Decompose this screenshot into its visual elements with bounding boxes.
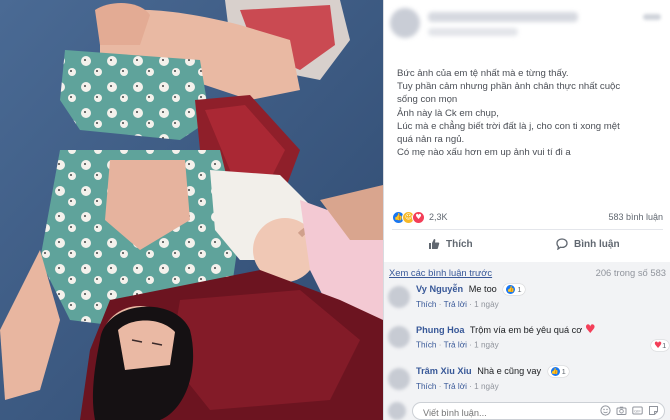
heart-icon: ♥	[584, 322, 596, 336]
commenter-avatar[interactable]	[388, 286, 410, 308]
comment-author[interactable]: Trâm Xiu Xiu	[416, 366, 472, 376]
comment-reply-link[interactable]: Trả lời	[444, 341, 467, 350]
gif-icon[interactable]: GIF	[632, 405, 643, 416]
comment-text: Trộm vía em bé yêu quá cơ	[469, 325, 583, 335]
comment-line: Phung Hoa Trộm vía em bé yêu quá cơ ♥	[416, 322, 669, 336]
comment-text: Me too	[468, 284, 497, 294]
comment-reaction-count: 1	[561, 367, 566, 377]
comment-body: Trâm Xiu Xiu Nhà e cũng vay 👍 1 Thích · …	[416, 366, 569, 391]
like-button[interactable]: Thích	[428, 235, 473, 253]
comment-icon	[556, 238, 568, 250]
commenter-avatar[interactable]	[388, 326, 410, 348]
comment-reaction-count: 1	[662, 341, 667, 350]
reaction-summary[interactable]: 👍 ☺ ♥ 2,3K	[392, 209, 448, 225]
camera-icon[interactable]	[616, 405, 627, 416]
previous-comments-count: 206 trong số 583	[595, 267, 666, 278]
love-icon: ♥	[654, 340, 663, 351]
comments-section: Xem các bình luận trước 206 trong số 583…	[384, 262, 670, 420]
thumbs-up-icon	[429, 239, 440, 249]
comment-reaction-badge[interactable]: 👍 1	[547, 366, 569, 378]
svg-text:GIF: GIF	[634, 408, 641, 413]
post-text-line: Có mẹ nào xấu hơn em up ảnh vui tí đi a	[397, 147, 571, 159]
post-text-line: Ảnh này là Ck em chụp,	[397, 107, 499, 119]
comment-like-link[interactable]: Thích	[416, 382, 436, 391]
like-label: Thích	[446, 238, 473, 250]
more-options-icon[interactable]	[643, 14, 661, 20]
view-previous-comments-link[interactable]: Xem các bình luận trước	[389, 267, 492, 278]
sticker-icon[interactable]	[648, 405, 659, 416]
screenshot-frame: Bức ảnh của em tệ nhất mà e từng thấy. T…	[0, 0, 670, 420]
comment-meta: Thích · Trả lời · 1 ngày ♥ 1	[416, 340, 670, 351]
comment-reply-link[interactable]: Trả lời	[444, 382, 467, 391]
comment-count[interactable]: 583 bình luận	[608, 212, 663, 222]
post-time-blurred	[428, 28, 518, 36]
photo-illustration	[0, 0, 383, 420]
comment-input-icons: GIF	[600, 405, 659, 416]
post-photo[interactable]	[0, 0, 383, 420]
post-text: Bức ảnh của em tệ nhất mà e từng thấy. T…	[397, 67, 667, 159]
write-comment-box: GIF	[388, 402, 667, 420]
comment-line: Vy Nguyễn Me too 👍 1	[416, 284, 525, 296]
divider	[392, 229, 663, 230]
post-text-line: Lúc mà e chẳng biết trời đất là j, cho c…	[397, 120, 620, 132]
current-user-avatar	[388, 402, 406, 420]
post-text-line: sống con mọn	[397, 94, 458, 106]
comment-time[interactable]: 1 ngày	[474, 341, 499, 350]
comment-reply-link[interactable]: Trả lời	[444, 300, 467, 309]
comment-line: Trâm Xiu Xiu Nhà e cũng vay 👍 1	[416, 366, 569, 378]
post-header	[384, 0, 670, 58]
like-icon: 👍	[506, 285, 516, 295]
comment-like-link[interactable]: Thích	[416, 341, 436, 350]
post-text-line: Tuy phần cảm nhưng phần ảnh chân thực nh…	[397, 81, 621, 93]
commenter-avatar[interactable]	[388, 368, 410, 390]
comment-reaction-count: 1	[517, 285, 522, 295]
comment-like-link[interactable]: Thích	[416, 300, 436, 309]
comment-time[interactable]: 1 ngày	[474, 300, 499, 309]
comment-author[interactable]: Vy Nguyễn	[416, 284, 463, 294]
poster-avatar[interactable]	[390, 8, 420, 38]
post-text-line: quá nản ra ngủ.	[397, 134, 465, 146]
reaction-count: 2,3K	[429, 212, 448, 222]
comment-reaction-badge[interactable]: ♥ 1	[651, 340, 670, 351]
comment-time[interactable]: 1 ngày	[474, 382, 499, 391]
comment-meta: Thích · Trả lời · 1 ngày	[416, 300, 499, 310]
comment-button[interactable]: Bình luận	[556, 235, 620, 253]
comment-author[interactable]: Phung Hoa	[416, 325, 465, 335]
comment-reaction-badge[interactable]: 👍 1	[503, 284, 525, 296]
post-text-line: Bức ảnh của em tệ nhất mà e từng thấy.	[397, 68, 569, 79]
like-icon: 👍	[550, 367, 560, 377]
comment-label: Bình luận	[574, 238, 620, 250]
comment-body: Phung Hoa Trộm vía em bé yêu quá cơ ♥ Th…	[416, 322, 670, 351]
comment-text: Nhà e cũng vay	[477, 366, 542, 376]
emoji-icon[interactable]	[600, 405, 611, 416]
comment-body: Vy Nguyễn Me too 👍 1 Thích · Trả lời · 1…	[416, 284, 525, 309]
comment-meta: Thích · Trả lời · 1 ngày	[416, 382, 499, 392]
love-icon: ♥	[412, 210, 425, 224]
post-panel: Bức ảnh của em tệ nhất mà e từng thấy. T…	[383, 0, 670, 420]
poster-name-blurred[interactable]	[428, 12, 578, 22]
